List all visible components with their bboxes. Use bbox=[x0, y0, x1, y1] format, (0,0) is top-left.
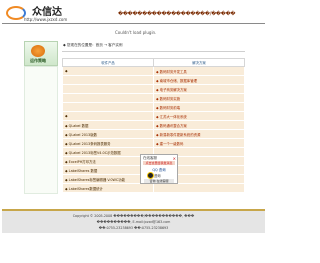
sidebar-panel bbox=[24, 66, 58, 194]
table-row: ◆ QLabel 2013条码报表服务 ◆ 建一个一级数码 bbox=[62, 138, 245, 148]
table-row: ◆ 南城市仓储、数据库管理 bbox=[62, 75, 245, 85]
table-row: ◆ QLabel 数据 ◆ 数码通讯整合方案 bbox=[62, 120, 245, 130]
column-header-solutions: 解决方案 bbox=[153, 58, 245, 67]
product-link[interactable] bbox=[62, 93, 154, 103]
product-link[interactable]: ◆ bbox=[62, 66, 154, 76]
product-link[interactable]: ◆ QLabel 数据 bbox=[62, 120, 154, 130]
solution-link[interactable]: ◆ 数码财务开发工具 bbox=[153, 66, 245, 76]
sidebar-badge-label: 运作策略 bbox=[30, 58, 46, 63]
table-row: ◆ ◆ 数码财务开发工具 bbox=[62, 66, 245, 76]
site-url: http://www.jxzxd.com bbox=[24, 17, 68, 22]
plugin-error-message: Couldn't load plugin. bbox=[115, 30, 157, 35]
site-name: 众信达 bbox=[32, 7, 62, 18]
qq-label: 咨询 bbox=[154, 174, 161, 178]
page-footer: Copyright © 2005-2008 ���������/��������… bbox=[2, 209, 265, 233]
header-divider bbox=[2, 23, 265, 24]
header-notice: �������������������/����� bbox=[118, 11, 236, 17]
product-link[interactable]: ◆ QLabel 2013条码报表服务 bbox=[62, 138, 154, 148]
footer-copyright: Copyright © 2005-2008 ���������/��������… bbox=[72, 214, 195, 218]
footer-phone: ��:0755-23238693 ��:0755-23238693 bbox=[98, 226, 169, 230]
solution-link[interactable]: ◆ 江苏大一体化系统 bbox=[153, 111, 245, 121]
qq-penguin-icon bbox=[147, 172, 154, 179]
table-row: ◆ 电子商务解决方案 bbox=[62, 84, 245, 94]
product-link[interactable]: ◆ bbox=[62, 111, 154, 121]
solution-link[interactable]: ◆ 电子商务解决方案 bbox=[153, 84, 245, 94]
content-divider bbox=[62, 51, 245, 52]
footer-contact: ����������, E-mail:jxzxd@163.com bbox=[96, 220, 171, 224]
breadcrumb: ◆ 您现在的位置是：首页 → 客户实例 bbox=[63, 43, 123, 47]
table-header-row: 软件产品 解决方案 bbox=[62, 58, 245, 67]
table-row: ◆ ◆ 江苏大一体化系统 bbox=[62, 111, 245, 121]
product-link[interactable] bbox=[62, 84, 154, 94]
product-link[interactable]: ◆ LabelShares数据统计 bbox=[62, 183, 154, 193]
logo-icon bbox=[6, 6, 26, 20]
solution-link[interactable]: ◆ 数码通讯整合方案 bbox=[153, 120, 245, 130]
solution-link[interactable]: ◆ 新易新零件更新系统的资源 bbox=[153, 129, 245, 139]
badge-icon bbox=[31, 45, 45, 57]
solution-link[interactable]: ◆ 南城市仓储、数据库管理 bbox=[153, 75, 245, 85]
solution-link[interactable] bbox=[153, 183, 245, 193]
table-row: ◆ QLabel 2013版数 ◆ 新易新零件更新系统的资源 bbox=[62, 129, 245, 139]
product-link[interactable] bbox=[62, 75, 154, 85]
customer-service-popup: 在线客服 × 点击这里给我发消息 QQ 咨询 咨询 咨询 在线客服 bbox=[140, 154, 178, 184]
table-row: ◆ 数码财务实施 bbox=[62, 93, 245, 103]
solution-link[interactable]: ◆ 建一个一级数码 bbox=[153, 138, 245, 148]
solution-link[interactable]: ◆ 数码财务前端 bbox=[153, 102, 245, 112]
product-link[interactable] bbox=[62, 102, 154, 112]
send-message-button[interactable]: 点击这里给我发消息 bbox=[143, 161, 175, 165]
column-header-products: 软件产品 bbox=[62, 58, 154, 67]
table-row: ◆ LabelShares数据统计 bbox=[62, 183, 245, 193]
product-link[interactable]: ◆ QLabel 2013版数 bbox=[62, 129, 154, 139]
popup-footer-button[interactable]: 咨询 在线客服 bbox=[144, 179, 174, 183]
sidebar-badge[interactable]: 运作策略 bbox=[24, 41, 58, 66]
qq-consult-link[interactable]: QQ 咨询 bbox=[143, 167, 175, 172]
table-row: ◆ 数码财务前端 bbox=[62, 102, 245, 112]
solution-link[interactable]: ◆ 数码财务实施 bbox=[153, 93, 245, 103]
